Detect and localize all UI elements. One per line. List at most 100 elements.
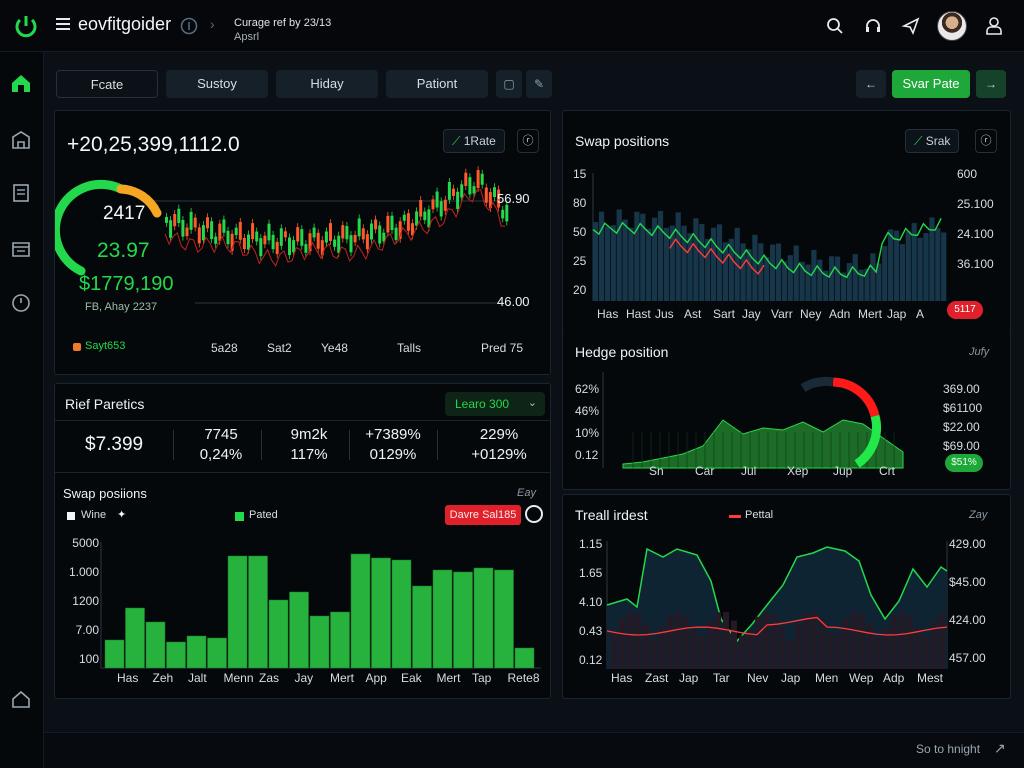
trend-corner: Zay: [969, 509, 988, 521]
ledger-icon[interactable]: [10, 238, 32, 260]
menu-icon[interactable]: [56, 18, 70, 30]
candle: [361, 224, 365, 244]
search-icon[interactable]: [826, 17, 844, 35]
bar: [391, 559, 412, 669]
candle: [468, 173, 472, 199]
swap-x-label-11: Jap: [887, 307, 907, 321]
trend-left-tick-5: 0.12: [579, 653, 603, 667]
swap-volume-bar: [687, 233, 693, 301]
avatar[interactable]: [937, 11, 967, 41]
sparkle-icon: ✦: [117, 509, 127, 521]
bar-chart: [100, 542, 541, 669]
trend-right-tick-1: 429.00: [949, 537, 986, 551]
main-chart-x-label-4: Talls: [397, 341, 422, 355]
back-button[interactable]: ←: [856, 70, 886, 98]
tab-sustoy[interactable]: Sustoy: [166, 70, 268, 98]
candle: [177, 204, 181, 227]
tab-fcate[interactable]: Fcate: [56, 70, 158, 98]
headset-icon[interactable]: [864, 17, 882, 35]
bar-x-label-10: Mert: [436, 671, 461, 685]
bar: [268, 599, 289, 669]
trend-volume-bar: [707, 621, 713, 669]
page-subtitle: Apsrl: [234, 31, 260, 43]
swap-volume-bar: [675, 212, 681, 301]
trend-title: Treall irdest: [575, 507, 648, 523]
swap-rate-button[interactable]: Svar Pate: [892, 70, 970, 98]
info-icon[interactable]: [180, 17, 198, 35]
main-chart-x-label-1: 5a28: [211, 341, 238, 355]
bar: [473, 567, 494, 669]
bar: [412, 585, 432, 669]
legend-label: Sayt653: [85, 340, 126, 352]
send-icon[interactable]: [901, 17, 920, 36]
legend-marker: [73, 343, 81, 351]
clock-icon[interactable]: [10, 292, 32, 314]
candle: [333, 235, 337, 251]
candle: [431, 195, 435, 214]
rate-info-icon[interactable]: ⓡ: [517, 129, 539, 153]
swap-volume-bar: [622, 219, 628, 301]
trend-x-label-6: Jap: [781, 671, 801, 685]
swap-chip[interactable]: ⟋ Srak: [905, 129, 960, 153]
user-icon[interactable]: [985, 16, 1003, 36]
trend-right-tick-2: $45.00: [949, 575, 986, 589]
candle: [251, 219, 255, 244]
footer-link[interactable]: So to hnight: [916, 742, 980, 756]
swap-chip-info-icon[interactable]: ⓡ: [975, 129, 997, 153]
rate-chip[interactable]: ⟋ 1Rate: [443, 129, 505, 153]
red-action-button[interactable]: Davre Sal185: [445, 505, 521, 525]
candle: [316, 228, 320, 253]
hedge-x-label-4: Xep: [787, 464, 809, 478]
edit-icon[interactable]: ✎: [526, 70, 552, 98]
legend-green-label: Pated: [249, 509, 278, 521]
stats-sep-1: [173, 430, 174, 460]
learn-button[interactable]: Learo 300 ⌄: [445, 392, 545, 416]
swap-x-label-6: Jay: [742, 307, 761, 321]
hedge-left-tick-2: 46%: [575, 404, 600, 418]
chat-icon[interactable]: ▢: [496, 70, 522, 98]
trend-volume-bar: [891, 615, 897, 669]
hedge-x-label-3: Jul: [741, 464, 757, 478]
candle: [480, 169, 484, 189]
trend-x-label-2: Zast: [645, 671, 669, 685]
stats-title: Rief Paretics: [65, 396, 145, 412]
candle: [259, 234, 263, 261]
footer-scroll-arrow[interactable]: ↗: [994, 740, 1006, 757]
tab-hiday[interactable]: Hiday: [276, 70, 378, 98]
hedge-x-label-6: Crt: [879, 464, 895, 478]
swap-left-tick-5: 20: [573, 283, 587, 297]
swap-x-label-10: Mert: [858, 307, 882, 321]
forward-button[interactable]: →: [976, 70, 1006, 98]
candle: [419, 196, 423, 221]
bar-x-label-11: Tap: [472, 671, 492, 685]
trend-volume-bar: [675, 611, 681, 669]
candle: [452, 184, 455, 200]
trend-legend-label: Pettal: [745, 509, 774, 521]
target-icon[interactable]: [525, 505, 543, 523]
home-icon[interactable]: [10, 72, 32, 94]
trend-volume-bar: [691, 629, 697, 669]
building-icon[interactable]: [10, 128, 32, 150]
swap-right-tick-1: 600: [957, 167, 978, 181]
trend-volume-bar: [787, 639, 793, 669]
candle: [165, 212, 168, 227]
bar-y-tick-2: 1.000: [68, 565, 99, 579]
candle: [255, 227, 259, 246]
candle: [390, 211, 394, 234]
swap-volume-bar: [941, 232, 947, 301]
document-icon[interactable]: [10, 182, 32, 204]
swap-volume-bar: [917, 237, 923, 301]
swap-volume-bar: [793, 245, 799, 301]
swap-bottom-corner: Eay: [517, 487, 536, 499]
hedge-left-tick-3: 10%: [575, 426, 600, 440]
hedge-area-chart: [602, 372, 904, 469]
trend-volume-bar: [619, 618, 625, 669]
candle: [181, 216, 185, 241]
hedge-left-tick-1: 62%: [575, 382, 600, 396]
swap-right-tick-2: 25.100: [957, 197, 994, 211]
settings-home-icon[interactable]: [10, 688, 32, 710]
power-logo-icon[interactable]: [14, 14, 38, 38]
candle: [423, 207, 427, 225]
trend-volume-bar: [699, 636, 705, 669]
tab-pationt[interactable]: Pationt: [386, 70, 488, 98]
